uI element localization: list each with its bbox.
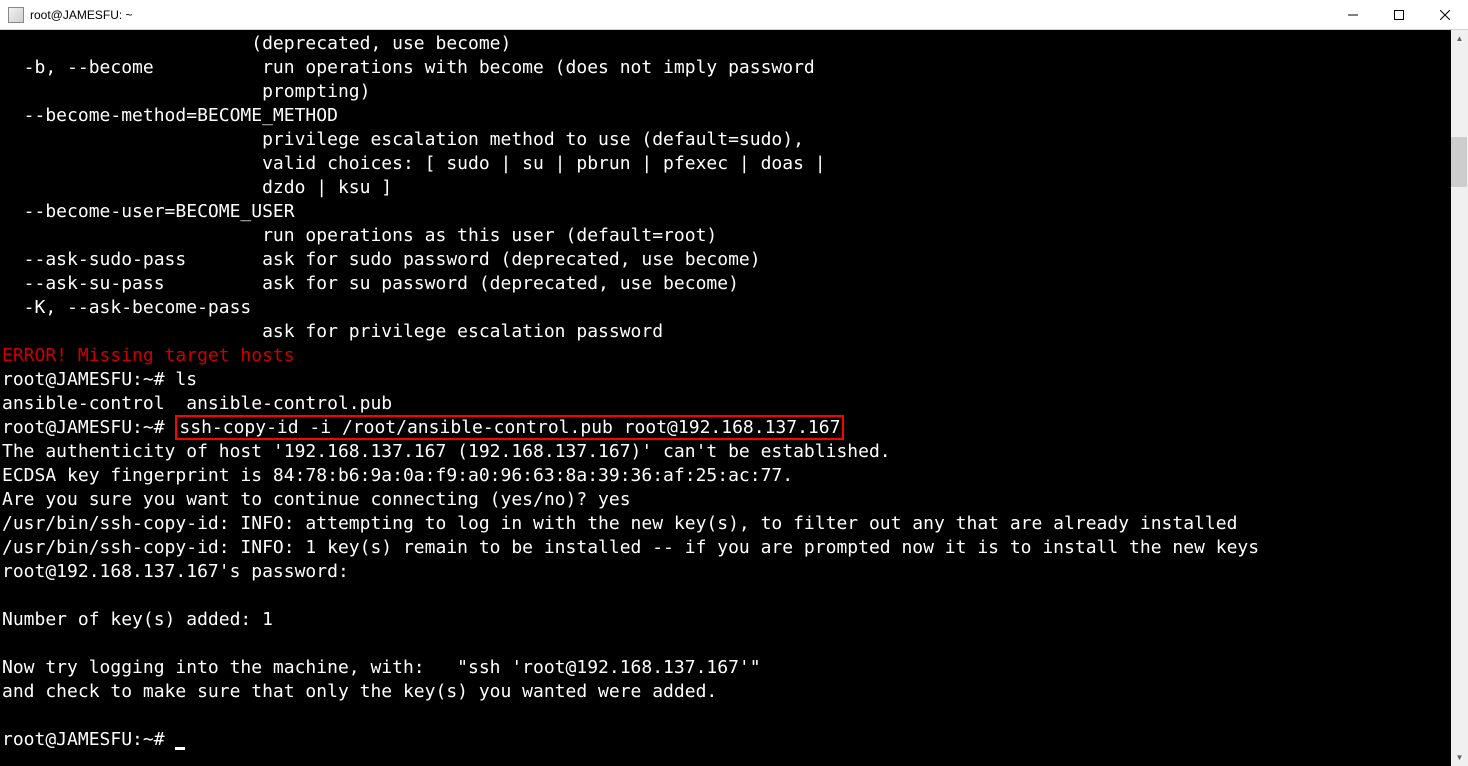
window-controls xyxy=(1330,0,1468,29)
help-line: --ask-su-pass ask for su password (depre… xyxy=(2,273,739,294)
help-line: -b, --become run operations with become … xyxy=(2,57,815,78)
help-line: run operations as this user (default=roo… xyxy=(2,225,717,246)
output-line: Number of key(s) added: 1 xyxy=(2,609,273,630)
help-line: prompting) xyxy=(2,81,370,102)
output-line: root@192.168.137.167's password: xyxy=(2,561,349,582)
app-icon xyxy=(8,7,24,23)
help-line: --become-user=BECOME_USER xyxy=(2,201,295,222)
vertical-scrollbar[interactable]: ▲ ▼ xyxy=(1451,30,1468,766)
output-line: ECDSA key fingerprint is 84:78:b6:9a:0a:… xyxy=(2,465,793,486)
help-line: privilege escalation method to use (defa… xyxy=(2,129,804,150)
scrollbar-thumb[interactable] xyxy=(1451,137,1467,187)
scrollbar-down-arrow[interactable]: ▼ xyxy=(1451,749,1468,766)
prompt: root@JAMESFU:~# xyxy=(2,729,175,750)
window-title: root@JAMESFU: ~ xyxy=(30,8,1330,22)
output-line: and check to make sure that only the key… xyxy=(2,681,717,702)
help-line: ask for privilege escalation password xyxy=(2,321,663,342)
error-message: ERROR! Missing target hosts xyxy=(2,345,295,366)
help-line: --become-method=BECOME_METHOD xyxy=(2,105,338,126)
terminal-area: (deprecated, use become) -b, --become ru… xyxy=(0,30,1468,766)
output-line: Are you sure you want to continue connec… xyxy=(2,489,631,510)
output-line: The authenticity of host '192.168.137.16… xyxy=(2,441,891,462)
terminal-cursor xyxy=(175,747,185,750)
command: ls xyxy=(175,369,197,390)
help-line: valid choices: [ sudo | su | pbrun | pfe… xyxy=(2,153,826,174)
help-line: -K, --ask-become-pass xyxy=(2,297,251,318)
help-line: dzdo | ksu ] xyxy=(2,177,392,198)
window-titlebar: root@JAMESFU: ~ xyxy=(0,0,1468,30)
scrollbar-up-arrow[interactable]: ▲ xyxy=(1451,30,1468,47)
help-line: --ask-sudo-pass ask for sudo password (d… xyxy=(2,249,761,270)
highlighted-command: ssh-copy-id -i /root/ansible-control.pub… xyxy=(175,415,844,440)
maximize-button[interactable] xyxy=(1376,0,1422,29)
ls-output: ansible-control ansible-control.pub xyxy=(2,393,392,414)
terminal-output[interactable]: (deprecated, use become) -b, --become ru… xyxy=(0,30,1451,766)
output-line: /usr/bin/ssh-copy-id: INFO: 1 key(s) rem… xyxy=(2,537,1259,558)
close-button[interactable] xyxy=(1422,0,1468,29)
minimize-button[interactable] xyxy=(1330,0,1376,29)
output-line: Now try logging into the machine, with: … xyxy=(2,657,761,678)
help-line: (deprecated, use become) xyxy=(2,33,511,54)
prompt: root@JAMESFU:~# xyxy=(2,417,175,438)
output-line: /usr/bin/ssh-copy-id: INFO: attempting t… xyxy=(2,513,1237,534)
scrollbar-track[interactable] xyxy=(1451,47,1468,749)
prompt: root@JAMESFU:~# xyxy=(2,369,175,390)
